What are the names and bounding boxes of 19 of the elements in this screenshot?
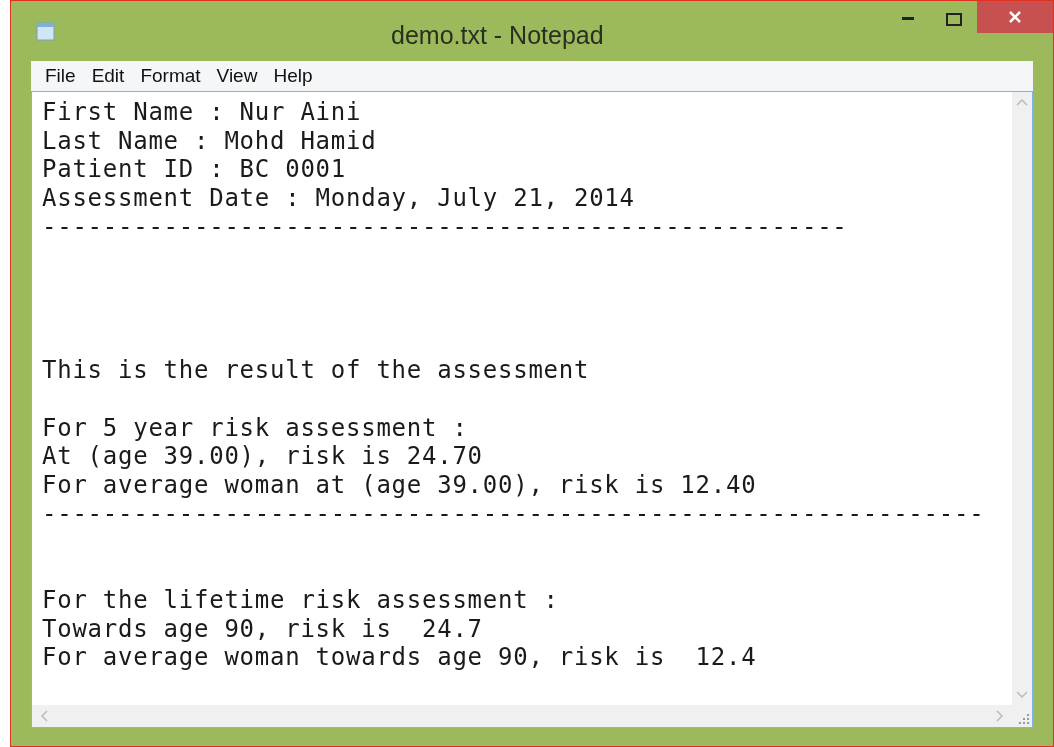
menu-item[interactable]: File <box>39 61 82 91</box>
scroll-left-icon[interactable] <box>40 710 48 722</box>
close-button[interactable] <box>977 1 1053 33</box>
scroll-right-icon[interactable] <box>996 710 1004 722</box>
document-text: First Name : Nur Aini Last Name : Mohd Hamid Patient ID : BC 0001 Assessment Date : Monday, July 21, 2014 ----------------------------------------------------- This is the result of the assessment For 5 year risk assessment : At (age 39.00), risk is 24.70 For average woman at (age 39.00), risk is 12.40 -------------------------------------------------------------- For the lifetime risk assessment : Towards age 90, risk is 24.7 For average woman towards age 90, risk is 12.4 <box>41 97 986 674</box>
menu-item[interactable]: Help <box>267 61 319 91</box>
minimize-icon <box>902 17 914 21</box>
menu-item[interactable]: Edit <box>85 61 131 91</box>
maximize-icon <box>946 12 962 26</box>
close-icon <box>1009 11 1021 23</box>
scroll-up-icon[interactable] <box>1016 98 1028 106</box>
resize-grip-icon[interactable] <box>1019 714 1029 724</box>
scroll-down-icon[interactable] <box>1016 691 1028 699</box>
notepad-icon <box>35 20 57 42</box>
menu-item[interactable]: View <box>210 61 264 91</box>
horizontal-scrollbar[interactable] <box>32 705 1012 727</box>
window-title: demo.txt - Notepad <box>391 20 604 51</box>
menu-item[interactable]: Format <box>134 61 207 91</box>
vertical-scrollbar[interactable] <box>1012 92 1032 705</box>
